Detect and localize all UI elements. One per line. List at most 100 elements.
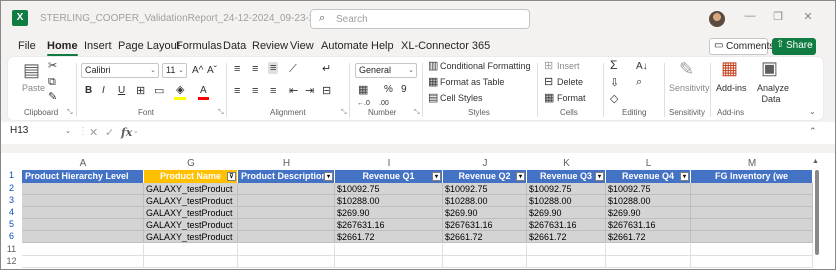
align-bottom-icon[interactable]: ≡	[268, 62, 279, 74]
format-cells-button[interactable]: Format	[557, 93, 586, 104]
paste-icon[interactable]: ▤	[23, 60, 40, 81]
formula-input[interactable]	[139, 122, 806, 144]
minimize-button[interactable]: —	[740, 10, 760, 22]
table-cell[interactable]	[238, 183, 335, 195]
table-cell[interactable]	[22, 207, 144, 219]
header-cell[interactable]: FG Inventory (we	[691, 170, 813, 183]
wrap-text-icon[interactable]: ↵	[322, 63, 331, 75]
restore-button[interactable]: ❐	[768, 10, 788, 23]
table-cell[interactable]: $10092.75	[443, 183, 527, 195]
analyze-data-button[interactable]: Analyze Data	[757, 83, 789, 105]
empty-cell[interactable]	[691, 256, 813, 268]
orientation-icon[interactable]: ⟋	[289, 63, 297, 75]
empty-cell[interactable]	[22, 244, 144, 256]
align-middle-icon[interactable]: ≡	[252, 63, 258, 75]
table-cell[interactable]	[691, 219, 813, 231]
sensitivity-icon[interactable]: ✎	[679, 59, 694, 80]
table-cell[interactable]: $267631.16	[606, 219, 691, 231]
tab-file[interactable]: File	[18, 40, 36, 52]
table-cell[interactable]	[22, 219, 144, 231]
name-box[interactable]: H13 ⌄	[10, 125, 75, 141]
cut-icon[interactable]: ✂	[48, 60, 57, 72]
empty-cell[interactable]	[443, 244, 527, 256]
table-cell[interactable]: $267631.16	[443, 219, 527, 231]
copy-icon[interactable]: ⧉	[48, 76, 56, 88]
delete-cells-icon[interactable]: ⊟	[544, 76, 553, 88]
table-cell[interactable]: $269.90	[335, 207, 443, 219]
empty-cell[interactable]	[238, 256, 335, 268]
align-top-icon[interactable]: ≡	[234, 63, 240, 75]
table-cell[interactable]: $2661.72	[443, 231, 527, 243]
table-cell[interactable]: GALAXY_testProduct	[144, 219, 238, 231]
find-select-button[interactable]: ⌕	[636, 77, 642, 88]
column-header-a[interactable]: A	[22, 158, 144, 170]
table-cell[interactable]: GALAXY_testProduct	[144, 183, 238, 195]
table-cell[interactable]	[691, 183, 813, 195]
borders-icon[interactable]: ⊞	[136, 85, 145, 97]
analyze-data-icon[interactable]: ▣	[761, 58, 778, 79]
row-header[interactable]: 5	[1, 219, 22, 231]
column-header-i[interactable]: I	[335, 158, 443, 170]
clear-icon[interactable]: ◇	[610, 93, 618, 105]
add-ins-icon[interactable]: ▦	[721, 58, 738, 79]
strikethrough-icon[interactable]: ▭	[154, 85, 164, 97]
empty-cell[interactable]	[606, 244, 691, 256]
excel-logo-icon[interactable]: X	[12, 10, 28, 26]
table-cell[interactable]: $267631.16	[335, 219, 443, 231]
row-header[interactable]: 12	[1, 256, 22, 268]
row-header[interactable]: 11	[1, 244, 22, 256]
header-cell[interactable]: Product Name ⊽	[144, 170, 238, 183]
column-header-j[interactable]: J	[443, 158, 527, 170]
collapse-ribbon-icon[interactable]: ⌄	[809, 106, 816, 118]
table-cell[interactable]	[22, 231, 144, 243]
format-as-table-button[interactable]: Format as Table	[440, 77, 504, 88]
empty-cell[interactable]	[606, 256, 691, 268]
search-box[interactable]: ⌕ Search	[310, 9, 530, 29]
header-cell[interactable]: Product Hierarchy Level	[22, 170, 144, 183]
font-color-icon[interactable]: A	[200, 85, 207, 96]
table-cell[interactable]: $10092.75	[606, 183, 691, 195]
empty-cell[interactable]	[335, 244, 443, 256]
currency-format-icon[interactable]: ▦	[358, 84, 368, 96]
table-cell[interactable]: $2661.72	[335, 231, 443, 243]
empty-cell[interactable]	[144, 256, 238, 268]
font-size-select[interactable]: 11 ⌄	[162, 63, 187, 78]
merge-center-icon[interactable]: ⊟	[322, 85, 331, 97]
fx-chevron-icon[interactable]: ⌄	[133, 127, 139, 135]
table-cell[interactable]: $10092.75	[527, 183, 606, 195]
tab-xl-connector[interactable]: XL-Connector 365	[401, 40, 490, 52]
table-cell[interactable]: $10288.00	[606, 195, 691, 207]
clipboard-launcher-icon[interactable]: ⤡	[67, 109, 73, 117]
table-cell[interactable]	[691, 195, 813, 207]
column-header-g[interactable]: G	[144, 158, 238, 170]
cell-styles-icon[interactable]: ▤	[428, 92, 438, 104]
column-header-k[interactable]: K	[527, 158, 606, 170]
fill-color-icon[interactable]: ◈	[176, 84, 184, 96]
font-launcher-icon[interactable]: ⤡	[218, 109, 224, 117]
fill-icon[interactable]: ⇩	[610, 77, 619, 89]
paste-button[interactable]: Paste	[22, 83, 45, 94]
filter-active-icon[interactable]: ⊽	[227, 172, 236, 181]
align-right-icon[interactable]: ≡	[270, 85, 276, 97]
number-format-select[interactable]: General ⌄	[355, 63, 417, 78]
tab-help[interactable]: Help	[371, 40, 394, 52]
table-cell[interactable]	[238, 219, 335, 231]
tab-review[interactable]: Review	[252, 40, 288, 52]
table-cell[interactable]	[691, 231, 813, 243]
tab-view[interactable]: View	[290, 40, 314, 52]
empty-cell[interactable]	[144, 244, 238, 256]
document-title[interactable]: STERLING_COOPER_ValidationReport_24-12-2…	[40, 13, 331, 24]
percent-format-button[interactable]: %	[384, 84, 393, 95]
empty-cell[interactable]	[691, 244, 813, 256]
empty-cell[interactable]	[527, 244, 606, 256]
header-cell[interactable]: Revenue Q3 ▾	[527, 170, 606, 183]
row-header[interactable]: 4	[1, 207, 22, 219]
cancel-icon[interactable]: ✕	[89, 126, 98, 139]
row-header[interactable]: 6	[1, 231, 22, 243]
table-cell[interactable]: $269.90	[527, 207, 606, 219]
insert-function-icon[interactable]: fx	[121, 126, 132, 139]
cell-styles-button[interactable]: Cell Styles	[440, 93, 483, 104]
header-cell[interactable]: Revenue Q1 ▾	[335, 170, 443, 183]
empty-cell[interactable]	[527, 256, 606, 268]
column-header-l[interactable]: L	[606, 158, 691, 170]
